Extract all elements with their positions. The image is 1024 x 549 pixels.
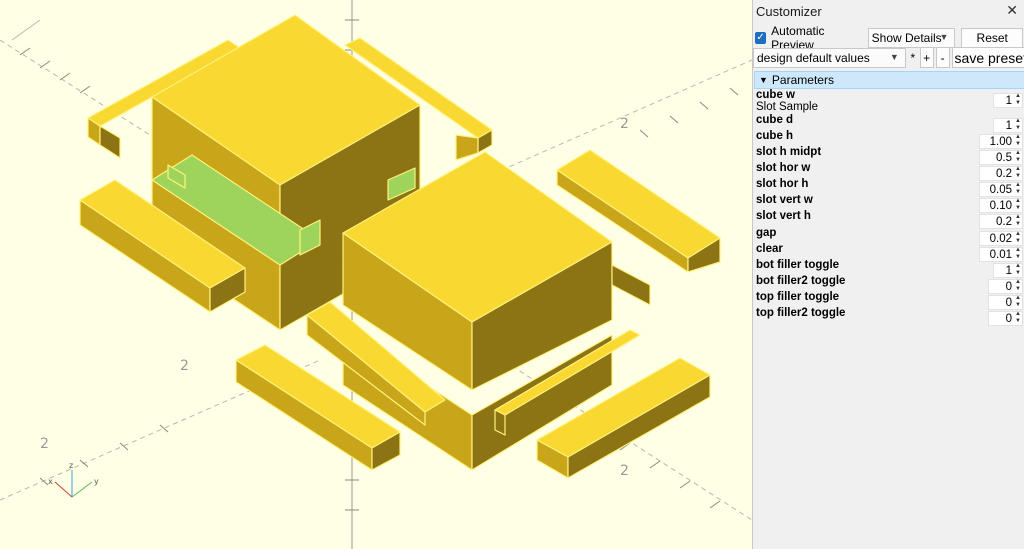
spin-arrows-icon[interactable]: ▲ ▼ bbox=[1015, 247, 1021, 261]
param-value: 0 bbox=[1005, 280, 1012, 293]
spin-arrows-icon[interactable]: ▲ ▼ bbox=[1015, 134, 1021, 148]
param-label: cube h bbox=[756, 130, 794, 142]
spin-arrows-icon[interactable]: ▲ ▼ bbox=[1015, 311, 1021, 325]
param-spinbox[interactable]: 1 ▲ ▼ bbox=[993, 263, 1023, 278]
customizer-title: Customizer bbox=[756, 3, 822, 19]
automatic-preview-checkbox[interactable]: ✓ bbox=[755, 32, 767, 44]
chevron-down-icon: ▼ bbox=[889, 51, 899, 62]
axis-label: 2 bbox=[620, 116, 629, 132]
param-value: 0.02 bbox=[989, 232, 1012, 245]
spin-arrows-icon[interactable]: ▲ ▼ bbox=[1015, 214, 1021, 228]
param-label: clear bbox=[756, 243, 783, 255]
parameters-section-header[interactable]: ▼ Parameters bbox=[754, 71, 1024, 89]
save-preset-button[interactable]: save preset bbox=[951, 47, 1024, 68]
param-value: 0.01 bbox=[989, 248, 1012, 261]
param-spinbox[interactable]: 1.00 ▲ ▼ bbox=[979, 134, 1023, 149]
param-spinbox[interactable]: 0.05 ▲ ▼ bbox=[979, 182, 1023, 197]
spin-arrows-icon[interactable]: ▲ ▼ bbox=[1015, 93, 1021, 107]
preset-row: design default values ▼ * + - save prese… bbox=[753, 47, 1024, 68]
param-description: Slot Sample bbox=[756, 101, 819, 113]
param-label: slot h midpt bbox=[756, 146, 822, 158]
spin-arrows-icon[interactable]: ▲ ▼ bbox=[1015, 279, 1021, 293]
param-label: gap bbox=[756, 227, 777, 239]
param-value: 0.05 bbox=[989, 183, 1012, 196]
spin-arrows-icon[interactable]: ▲ ▼ bbox=[1015, 118, 1021, 132]
param-label: slot hor h bbox=[756, 178, 809, 190]
spin-arrows-icon[interactable]: ▲ ▼ bbox=[1015, 263, 1021, 277]
param-spinbox[interactable]: 0 ▲ ▼ bbox=[988, 295, 1023, 310]
param-value: 1 bbox=[1005, 119, 1012, 132]
param-value: 0 bbox=[1005, 296, 1012, 309]
param-label: slot vert h bbox=[756, 210, 811, 222]
param-label: cube d bbox=[756, 114, 794, 126]
gizmo-label: y bbox=[94, 477, 99, 486]
param-spinbox[interactable]: 1 ▲ ▼ bbox=[993, 93, 1023, 108]
param-spinbox[interactable]: 0.5 ▲ ▼ bbox=[979, 150, 1023, 165]
param-value: 1.00 bbox=[989, 135, 1012, 148]
param-label: bot filler2 toggle bbox=[756, 275, 846, 287]
param-spinbox[interactable]: 1 ▲ ▼ bbox=[993, 118, 1023, 133]
triangle-down-icon: ▼ bbox=[759, 75, 768, 85]
spin-arrows-icon[interactable]: ▲ ▼ bbox=[1015, 295, 1021, 309]
chevron-down-icon: ▼ bbox=[939, 32, 949, 42]
gizmo-label: z bbox=[69, 461, 73, 470]
details-select-value: Show Details bbox=[871, 31, 942, 45]
spin-arrows-icon[interactable]: ▲ ▼ bbox=[1015, 182, 1021, 196]
details-select[interactable]: Show Details ▼ bbox=[867, 28, 956, 48]
model-render: 2 2 2 2 z y x bbox=[0, 0, 752, 549]
param-spinbox[interactable]: 0.2 ▲ ▼ bbox=[979, 214, 1023, 229]
param-label: top filler2 toggle bbox=[756, 307, 846, 319]
preset-modified-star: * bbox=[910, 50, 916, 65]
axis-label: 2 bbox=[620, 463, 629, 479]
parameters-section-title: Parameters bbox=[771, 73, 834, 87]
spin-arrows-icon[interactable]: ▲ ▼ bbox=[1015, 166, 1021, 180]
param-spinbox[interactable]: 0.10 ▲ ▼ bbox=[979, 198, 1023, 213]
axis-label: 2 bbox=[40, 436, 49, 452]
param-label: cube w bbox=[756, 89, 795, 101]
axis-gizmo: z y x bbox=[48, 461, 99, 498]
param-value: 0 bbox=[1005, 312, 1012, 325]
preset-select[interactable]: design default values ▼ bbox=[753, 47, 906, 68]
customizer-titlebar: Customizer ✕ bbox=[753, 0, 1024, 22]
param-spinbox[interactable]: 0.2 ▲ ▼ bbox=[979, 166, 1023, 181]
close-icon[interactable]: ✕ bbox=[1006, 2, 1018, 19]
param-spinbox[interactable]: 0 ▲ ▼ bbox=[988, 279, 1023, 294]
param-label: bot filler toggle bbox=[756, 259, 840, 271]
param-value: 1 bbox=[1005, 264, 1012, 277]
spin-arrows-icon[interactable]: ▲ ▼ bbox=[1015, 231, 1021, 245]
param-label: slot hor w bbox=[756, 162, 811, 174]
remove-preset-button[interactable]: - bbox=[935, 47, 950, 68]
param-value: 0.2 bbox=[996, 167, 1012, 180]
customizer-panel: Customizer ✕ ✓ Automatic Preview Show De… bbox=[752, 0, 1024, 549]
spin-arrows-icon[interactable]: ▲ ▼ bbox=[1015, 150, 1021, 164]
axis-label: 2 bbox=[180, 358, 189, 374]
param-spinbox[interactable]: 0.01 ▲ ▼ bbox=[979, 247, 1023, 262]
param-value: 1 bbox=[1005, 94, 1012, 107]
spin-arrows-icon[interactable]: ▲ ▼ bbox=[1015, 198, 1021, 212]
param-value: 0.10 bbox=[989, 199, 1012, 212]
param-value: 0.2 bbox=[996, 215, 1012, 228]
param-spinbox[interactable]: 0.02 ▲ ▼ bbox=[979, 231, 1023, 246]
3d-viewport[interactable]: 2 2 2 2 z y x bbox=[0, 0, 752, 549]
param-spinbox[interactable]: 0 ▲ ▼ bbox=[988, 311, 1023, 326]
reset-button[interactable]: Reset bbox=[961, 27, 1023, 49]
param-value: 0.5 bbox=[996, 151, 1012, 164]
param-label: slot vert w bbox=[756, 194, 813, 206]
gizmo-label: x bbox=[48, 477, 53, 486]
preset-select-value: design default values bbox=[757, 50, 870, 65]
param-label: top filler toggle bbox=[756, 291, 840, 303]
add-preset-button[interactable]: + bbox=[919, 47, 934, 68]
